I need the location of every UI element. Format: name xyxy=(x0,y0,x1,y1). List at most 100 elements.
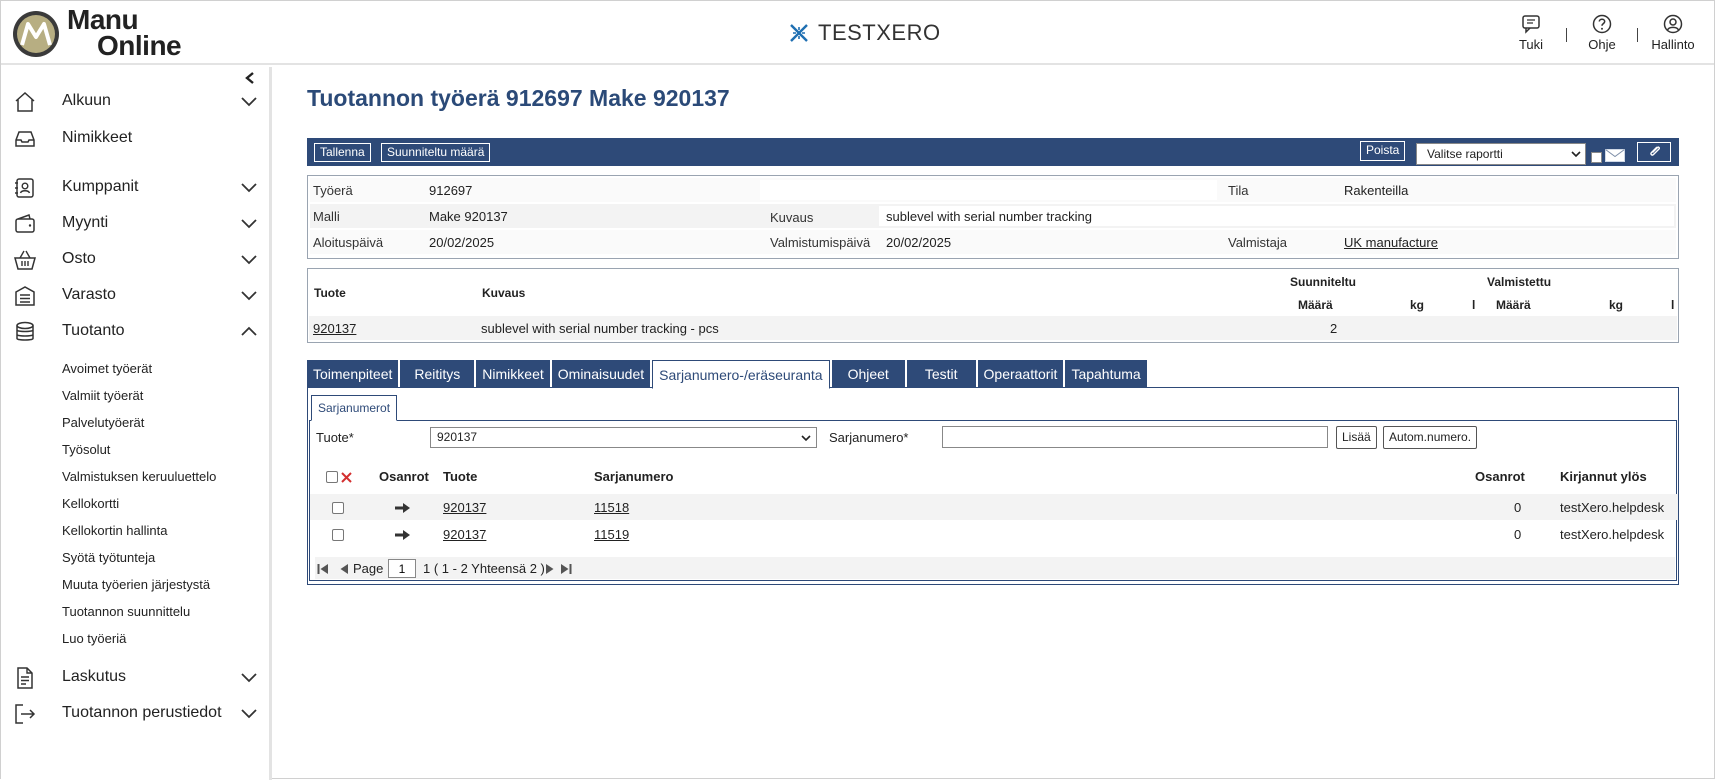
col-description: Kuvaus xyxy=(482,286,526,300)
tab-tapahtuma[interactable]: Tapahtuma xyxy=(1065,360,1147,388)
sidebar-subitem[interactable]: Valmiit työerät xyxy=(62,388,143,403)
divider xyxy=(1566,28,1567,42)
sidebar-item-osto[interactable]: Osto xyxy=(1,245,269,275)
sidebar-subitem[interactable]: Tuotannon suunnittelu xyxy=(62,604,190,619)
admin-link[interactable]: Hallinto xyxy=(1646,13,1700,52)
tab-nimikkeet[interactable]: Nimikkeet xyxy=(476,360,550,388)
delete-button[interactable]: Poista xyxy=(1360,141,1406,161)
inbox-icon xyxy=(15,131,35,147)
top-actions: Tuki Ohje Hallinto xyxy=(1504,13,1700,52)
arrow-right-icon[interactable] xyxy=(394,529,412,541)
auto-number-button[interactable]: Autom.numero. xyxy=(1383,426,1478,449)
document-icon xyxy=(17,667,33,689)
sidebar-item-tuotannon-perustiedot[interactable]: Tuotannon perustiedot xyxy=(1,699,269,729)
manufacturer-link[interactable]: UK manufacture xyxy=(1344,235,1438,250)
sidebar-subitem[interactable]: Kellokortti xyxy=(62,496,119,511)
page-title: Tuotannon työerä 912697 Make 920137 xyxy=(307,85,730,111)
sidebar-subitem[interactable]: Muuta työerien järjestystä xyxy=(62,577,210,592)
tab-toimenpiteet[interactable]: Toimenpiteet xyxy=(307,360,399,388)
tab-ominaisuudet[interactable]: Ominaisuudet xyxy=(551,360,651,388)
planned-quantity-button[interactable]: Suunniteltu määrä xyxy=(381,143,491,162)
serial-number-input[interactable] xyxy=(942,426,1328,448)
sidebar-subitem[interactable]: Työsolut xyxy=(62,442,110,457)
subtab-sarjanumerot[interactable]: Sarjanumerot xyxy=(311,395,398,421)
home-icon xyxy=(15,91,35,112)
sidebar-item-tuotanto[interactable]: Tuotanto xyxy=(1,317,269,347)
database-icon xyxy=(16,321,34,341)
warehouse-icon xyxy=(15,286,35,306)
info-row: Työerä 912697 Tila Rakenteilla xyxy=(310,178,1676,202)
mail-icon[interactable] xyxy=(1605,149,1625,162)
row-serial-link[interactable]: 11519 xyxy=(594,527,629,542)
page-number-input[interactable] xyxy=(388,559,416,578)
tab-operaattorit[interactable]: Operaattorit xyxy=(977,360,1064,388)
col-serial: Sarjanumero xyxy=(594,469,674,484)
arrow-right-icon[interactable] xyxy=(394,502,412,514)
tab-reititys[interactable]: Reititys xyxy=(400,360,475,388)
sidebar-item-label: Laskutus xyxy=(62,668,127,685)
info-row: Malli Make 920137 Kuvaus sublevel with s… xyxy=(310,204,1676,228)
row-product-link[interactable]: 920137 xyxy=(443,500,486,515)
product-summary-table: Tuote Kuvaus Suunniteltu Valmistettu Mää… xyxy=(307,268,1679,343)
collapse-sidebar-icon[interactable] xyxy=(245,71,255,87)
sidebar-subitem[interactable]: Luo työeriä xyxy=(62,631,126,646)
previous-page-icon[interactable] xyxy=(338,563,350,575)
select-all-checkbox[interactable] xyxy=(326,471,338,483)
chevron-down-icon xyxy=(241,97,257,107)
sidebar-item-laskutus[interactable]: Laskutus xyxy=(1,663,269,693)
help-link[interactable]: Ohje xyxy=(1575,13,1629,52)
row-serial-link[interactable]: 11518 xyxy=(594,500,629,515)
page-summary: 1 ( 1 - 2 Yhteensä 2 ) xyxy=(423,561,545,576)
sidebar-item-alkuun[interactable]: Alkuun xyxy=(1,87,269,117)
col-product: Tuote xyxy=(443,469,478,484)
table-row: 920137 11518 0 testXero.helpdesk xyxy=(310,494,1678,520)
last-page-icon[interactable] xyxy=(560,563,572,575)
next-page-icon[interactable] xyxy=(544,563,556,575)
chevron-down-icon xyxy=(241,291,257,301)
page-label: Page xyxy=(353,561,384,576)
manu-online-logo[interactable]: Manu Online xyxy=(13,6,213,60)
row-product-link[interactable]: 920137 xyxy=(443,527,486,542)
add-button[interactable]: Lisää xyxy=(1336,426,1377,449)
sidebar-item-label: Osto xyxy=(62,250,96,267)
sidebar-item-myynti[interactable]: Myynti xyxy=(1,209,269,239)
email-report-checkbox[interactable] xyxy=(1591,152,1602,163)
product-link[interactable]: 920137 xyxy=(313,321,356,336)
attachment-button[interactable] xyxy=(1637,142,1671,162)
delete-x-icon[interactable] xyxy=(340,471,353,484)
support-link[interactable]: Tuki xyxy=(1504,13,1558,52)
product-select[interactable]: 920137 xyxy=(430,427,817,448)
sidebar-subitem[interactable]: Palvelutyöerät xyxy=(62,415,144,430)
sidebar-item-label: Nimikkeet xyxy=(62,129,133,146)
report-select-value: Valitse raportti xyxy=(1427,147,1503,161)
tab-ohjeet[interactable]: Ohjeet xyxy=(831,360,905,388)
row-checkbox[interactable] xyxy=(332,502,344,514)
sidebar-subitem[interactable]: Avoimet työerät xyxy=(62,361,152,376)
basket-icon xyxy=(14,250,36,270)
tab-testit[interactable]: Testit xyxy=(906,360,976,388)
sidebar-item-varasto[interactable]: Varasto xyxy=(1,281,269,311)
sidebar-item-label: Kumppanit xyxy=(62,178,139,195)
sidebar-item-kumppanit[interactable]: Kumppanit xyxy=(1,173,269,203)
sidebar: Alkuun Nimikkeet Kumppanit Myynti Osto V… xyxy=(1,67,272,780)
tab-sarjanumero[interactable]: Sarjanumero-/eräseuranta xyxy=(652,360,830,389)
pagination: Page 1 ( 1 - 2 Yhteensä 2 ) xyxy=(315,557,1675,579)
sidebar-item-label: Varasto xyxy=(62,286,116,303)
sidebar-subitem[interactable]: Syötä työtunteja xyxy=(62,550,155,565)
info-row: Aloituspäivä 20/02/2025 Valmistumispäivä… xyxy=(310,230,1676,254)
user-icon xyxy=(1663,14,1683,34)
row-checkbox[interactable] xyxy=(332,529,344,541)
sidebar-item-nimikkeet[interactable]: Nimikkeet xyxy=(1,124,269,154)
divider xyxy=(1637,28,1638,42)
first-page-icon[interactable] xyxy=(317,563,329,575)
row-parts-count: 0 xyxy=(1514,527,1522,542)
row-parts-count: 0 xyxy=(1514,500,1522,515)
report-select[interactable]: Valitse raportti xyxy=(1416,143,1586,165)
sidebar-subitem[interactable]: Kellokortin hallinta xyxy=(62,523,168,538)
tab-bar: Toimenpiteet Reititys Nimikkeet Ominaisu… xyxy=(307,360,1149,389)
save-button[interactable]: Tallenna xyxy=(314,143,371,162)
sidebar-subitem[interactable]: Valmistuksen keruuluettelo xyxy=(62,469,216,484)
model-label: Malli xyxy=(313,209,340,224)
help-icon xyxy=(1592,14,1612,34)
xero-x-icon xyxy=(790,24,808,42)
